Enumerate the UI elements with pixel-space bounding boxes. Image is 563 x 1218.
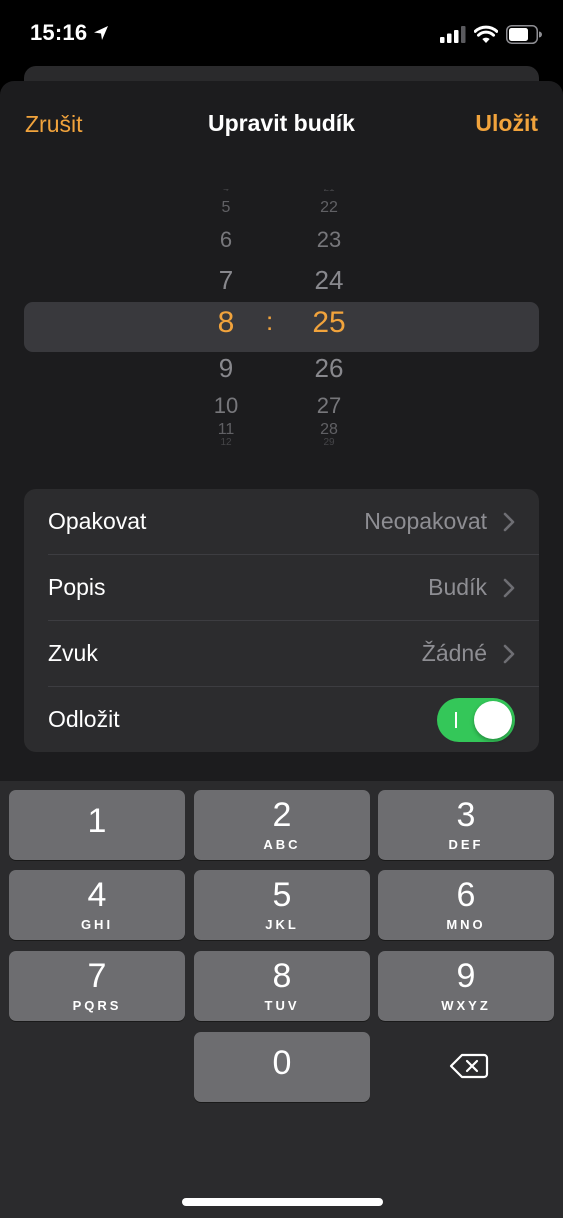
description-row[interactable]: Popis Budík [24, 555, 539, 621]
key-9[interactable]: 9 WXYZ [378, 951, 554, 1021]
battery-icon [506, 25, 542, 44]
key-2[interactable]: 2 ABC [194, 790, 370, 860]
key-digit: 1 [87, 802, 107, 840]
description-label: Popis [48, 574, 106, 600]
screen: 15:16 Upravit budík Zrušit Uložit 456789… [0, 0, 563, 1218]
minute-option[interactable]: 22 [293, 199, 365, 217]
wifi-icon [474, 25, 498, 43]
key-letters: TUV [264, 998, 300, 1013]
key-digit: 9 [456, 957, 476, 995]
cellular-signal-icon [440, 26, 466, 43]
key-1[interactable]: 1 [9, 790, 185, 860]
repeat-value: Neopakovat [364, 508, 487, 534]
key-letters: ABC [263, 837, 301, 852]
key-digit: 2 [272, 796, 292, 834]
hour-option[interactable]: 10 [190, 393, 262, 419]
numeric-keypad: 1 2 ABC 3 DEF 4 GHI 5 JKL 6 MNO 7 PQRS 8 TUV 9 WXYZ 0 [0, 781, 563, 1218]
minute-option[interactable]: 27 [293, 393, 365, 419]
key-5[interactable]: 5 JKL [194, 870, 370, 940]
chevron-right-icon [503, 644, 515, 664]
chevron-right-icon [503, 512, 515, 532]
minute-option[interactable]: 29 [293, 437, 365, 448]
snooze-row: Odložit [24, 687, 539, 752]
hour-option[interactable]: 7 [190, 265, 262, 296]
chevron-right-icon [503, 578, 515, 598]
minute-option[interactable]: 21 [293, 189, 365, 194]
save-button[interactable]: Uložit [475, 110, 538, 137]
sound-label: Zvuk [48, 640, 98, 666]
minute-option[interactable]: 26 [293, 353, 365, 384]
status-bar: 15:16 [0, 0, 563, 70]
hour-option[interactable]: 4 [190, 189, 262, 194]
minute-picker-wheel[interactable]: 212223242526272829 [293, 189, 365, 459]
hour-picker-wheel[interactable]: 456789101112 [190, 189, 262, 459]
snooze-toggle[interactable] [437, 698, 515, 742]
key-0[interactable]: 0 [194, 1032, 370, 1102]
key-digit: 3 [456, 796, 476, 834]
key-letters: WXYZ [441, 998, 491, 1013]
sound-value: Žádné [421, 640, 487, 666]
hour-option[interactable]: 8 [190, 306, 262, 340]
description-value: Budík [428, 574, 487, 600]
status-time: 15:16 [30, 20, 88, 45]
sound-row[interactable]: Zvuk Žádné [24, 621, 539, 687]
picker-separator: : [266, 306, 274, 336]
repeat-row[interactable]: Opakovat Neopakovat [24, 489, 539, 555]
key-8[interactable]: 8 TUV [194, 951, 370, 1021]
alarm-settings-group: Opakovat Neopakovat Popis Budík Zvuk Žád… [24, 489, 539, 752]
snooze-label: Odložit [48, 706, 120, 732]
repeat-label: Opakovat [48, 508, 147, 534]
location-arrow-icon [94, 26, 108, 40]
cancel-button[interactable]: Zrušit [25, 111, 83, 138]
key-digit: 5 [272, 876, 292, 914]
minute-option[interactable]: 23 [293, 227, 365, 253]
key-letters: JKL [265, 917, 299, 932]
home-indicator [182, 1198, 383, 1206]
key-letters: MNO [446, 917, 486, 932]
key-letters: DEF [448, 837, 484, 852]
key-3[interactable]: 3 DEF [378, 790, 554, 860]
key-letters: GHI [80, 917, 114, 932]
key-digit: 8 [272, 957, 292, 995]
key-digit: 4 [87, 876, 107, 914]
minute-option[interactable]: 25 [293, 306, 365, 340]
key-digit: 7 [87, 957, 107, 995]
key-digit: 6 [456, 876, 476, 914]
hour-option[interactable]: 9 [190, 353, 262, 384]
hour-option[interactable]: 12 [190, 437, 262, 448]
picker-selection-highlight [24, 302, 539, 352]
key-letters: PQRS [72, 998, 122, 1013]
key-4[interactable]: 4 GHI [9, 870, 185, 940]
minute-option[interactable]: 24 [293, 265, 365, 296]
key-7[interactable]: 7 PQRS [9, 951, 185, 1021]
hour-option[interactable]: 6 [190, 227, 262, 253]
hour-option[interactable]: 5 [190, 199, 262, 217]
toggle-knob [474, 701, 512, 739]
toggle-on-indicator [455, 712, 457, 728]
backspace-icon[interactable] [449, 1053, 489, 1079]
key-digit: 0 [272, 1044, 292, 1082]
key-6[interactable]: 6 MNO [378, 870, 554, 940]
